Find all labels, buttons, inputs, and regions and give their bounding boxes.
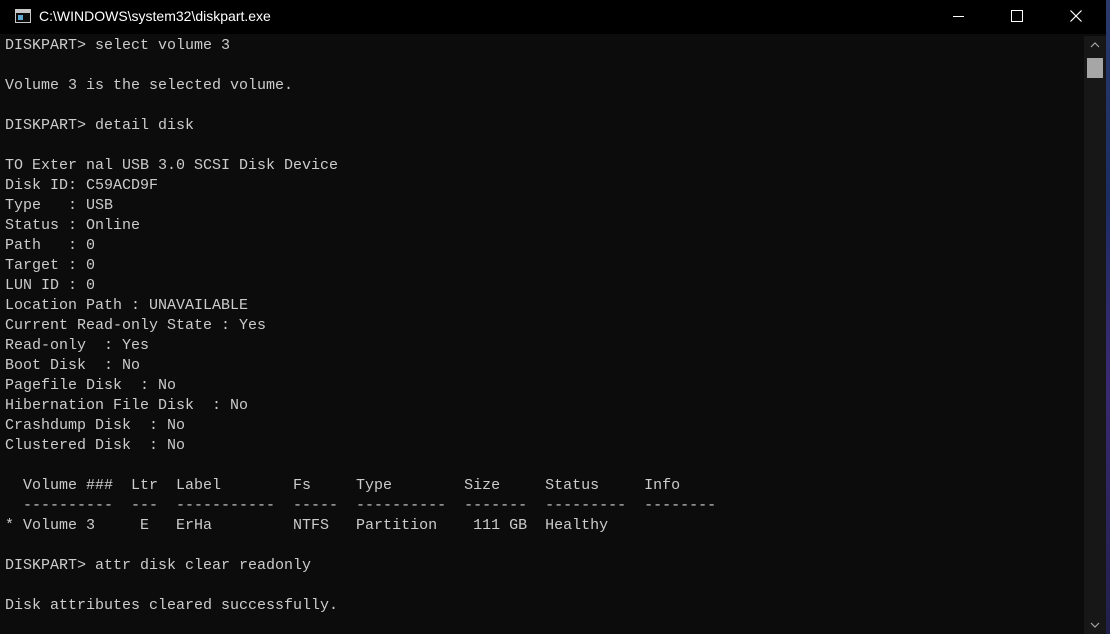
output-line: Target : 0 bbox=[5, 257, 96, 274]
maximize-icon bbox=[1011, 10, 1023, 22]
command-line: DISKPART> attr disk clear readonly bbox=[5, 557, 312, 574]
close-icon bbox=[1070, 10, 1082, 22]
scroll-up-button[interactable] bbox=[1084, 36, 1106, 54]
minimize-button[interactable] bbox=[930, 0, 988, 34]
output-line: Volume 3 is the selected volume. bbox=[5, 77, 294, 94]
output-line: Boot Disk : No bbox=[5, 357, 141, 374]
output-line: Path : 0 bbox=[5, 237, 96, 254]
window-title: C:\WINDOWS\system32\diskpart.exe bbox=[39, 8, 271, 24]
chevron-down-icon bbox=[1090, 622, 1100, 628]
command-line: DISKPART> detail disk bbox=[5, 117, 195, 134]
output-line: Current Read-only State : Yes bbox=[5, 317, 267, 334]
scroll-down-button[interactable] bbox=[1084, 616, 1106, 634]
command-line: DISKPART> select volume 3 bbox=[5, 37, 231, 54]
console-output-area[interactable]: DISKPART> select volume 3 Volume 3 is the… bbox=[0, 36, 1084, 634]
vertical-scrollbar[interactable] bbox=[1084, 36, 1106, 634]
output-line: Hibernation File Disk : No bbox=[5, 397, 249, 414]
output-line: ---------- --- ----------- ----- -------… bbox=[5, 497, 717, 514]
output-line: Type : USB bbox=[5, 197, 114, 214]
chevron-up-icon bbox=[1090, 42, 1100, 48]
scroll-thumb[interactable] bbox=[1087, 58, 1103, 78]
output-line: Pagefile Disk : No bbox=[5, 377, 177, 394]
output-line: Clustered Disk : No bbox=[5, 437, 186, 454]
close-button[interactable] bbox=[1047, 0, 1106, 34]
output-line: Volume ### Ltr Label Fs Type Size Status… bbox=[5, 477, 681, 494]
desktop-edge bbox=[1106, 0, 1110, 634]
output-line: TO Exter nal USB 3.0 SCSI Disk Device bbox=[5, 157, 339, 174]
maximize-button[interactable] bbox=[988, 0, 1046, 34]
output-line: Crashdump Disk : No bbox=[5, 417, 186, 434]
output-line: Disk ID: C59ACD9F bbox=[5, 177, 159, 194]
output-line: Status : Online bbox=[5, 217, 141, 234]
console-window: C:\WINDOWS\system32\diskpart.exe DISKPAR… bbox=[0, 0, 1110, 634]
output-line: * Volume 3 E ErHa NTFS Partition 111 GB … bbox=[5, 517, 609, 534]
output-line: LUN ID : 0 bbox=[5, 277, 96, 294]
console-app-icon[interactable] bbox=[15, 9, 31, 23]
output-line: Read-only : Yes bbox=[5, 337, 150, 354]
output-line: Disk attributes cleared successfully. bbox=[5, 597, 339, 614]
console-text: DISKPART> select volume 3 Volume 3 is the… bbox=[5, 36, 716, 616]
output-line: Location Path : UNAVAILABLE bbox=[5, 297, 249, 314]
minimize-icon bbox=[953, 16, 964, 17]
title-bar[interactable]: C:\WINDOWS\system32\diskpart.exe bbox=[0, 0, 1110, 34]
